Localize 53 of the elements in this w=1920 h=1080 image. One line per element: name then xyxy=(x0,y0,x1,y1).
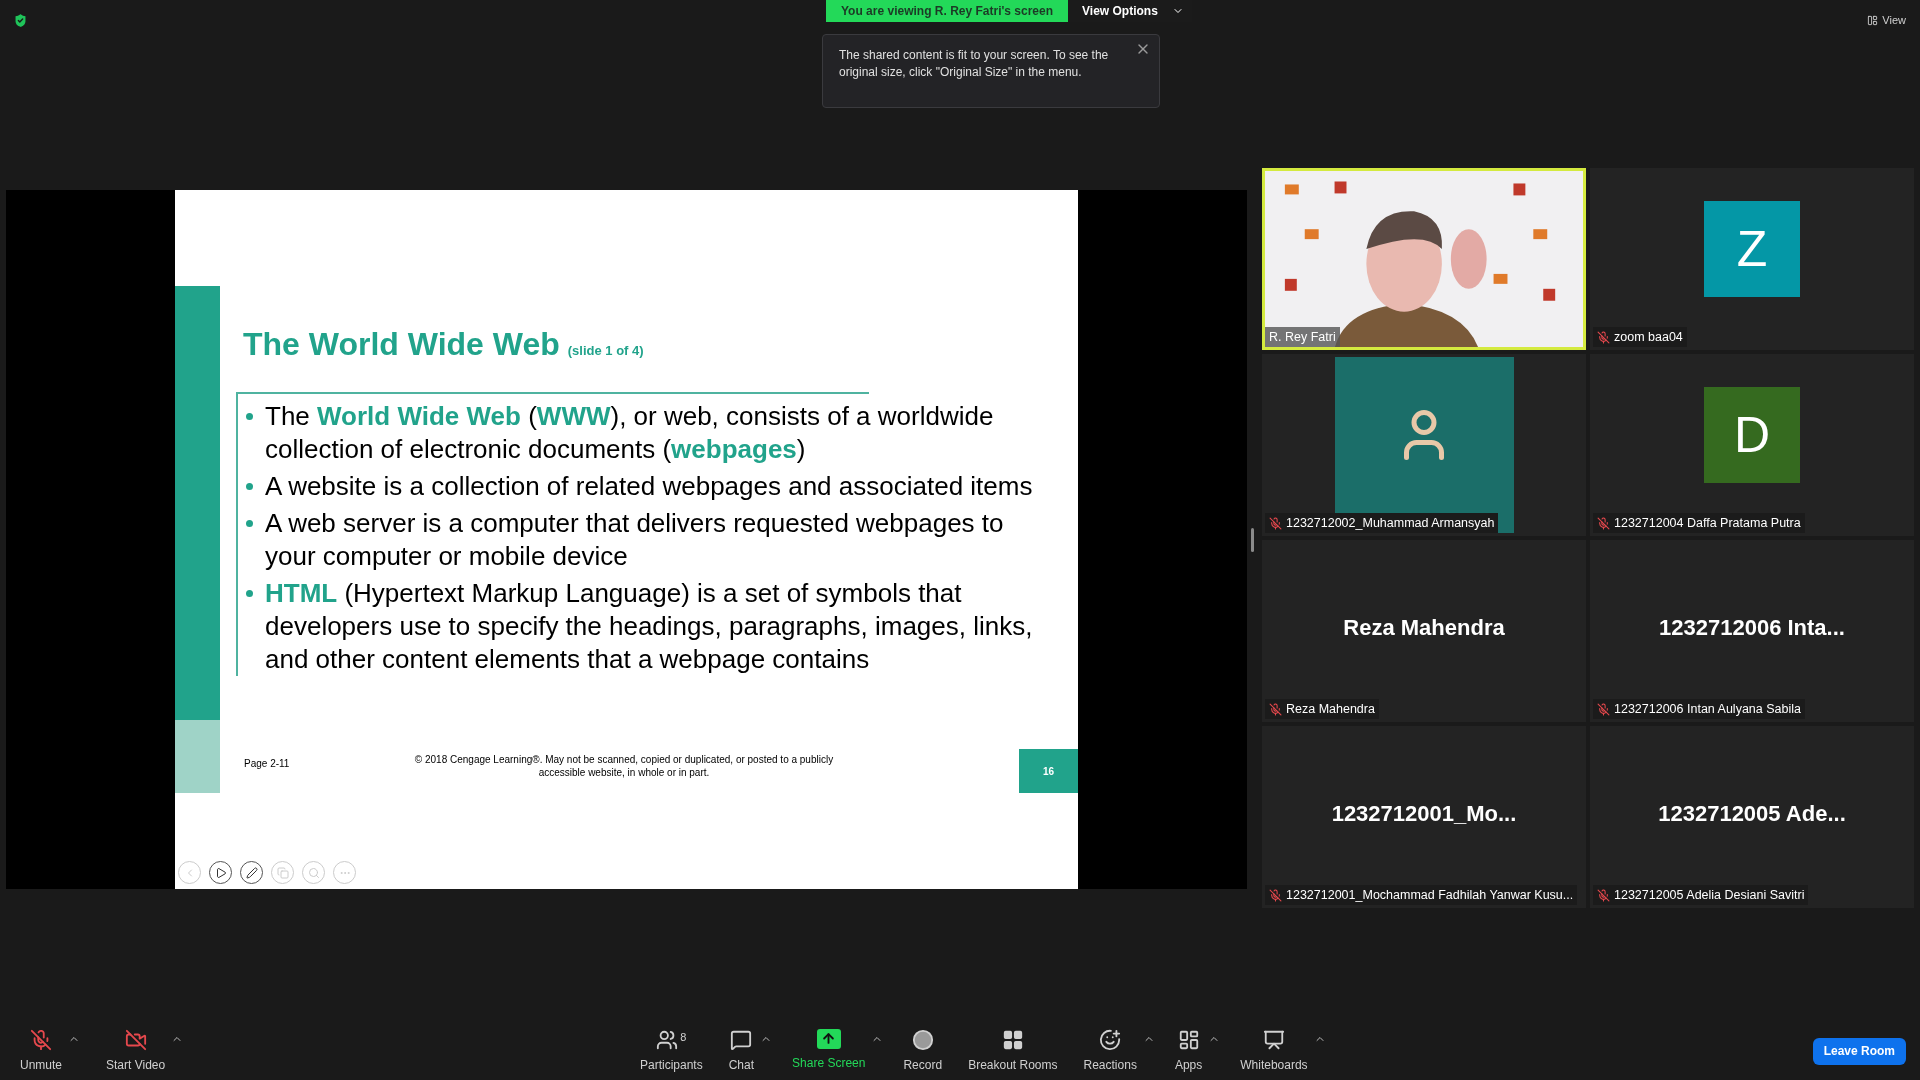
record-icon xyxy=(911,1028,934,1051)
bullet-text: A web server is a computer that delivers requested webpages to your computer or mobile device xyxy=(265,507,1005,573)
toolbar-button[interactable]: Start Video xyxy=(100,1028,172,1074)
slide-number: 16 xyxy=(1019,749,1078,793)
toolbar-button[interactable]: Record xyxy=(897,1028,949,1074)
leave-room-button[interactable]: Leave Room xyxy=(1812,1037,1906,1065)
toolbar-button[interactable]: Breakout Rooms xyxy=(962,1028,1064,1074)
people-icon xyxy=(656,1028,679,1051)
toolbar-button[interactable]: Share Screen xyxy=(786,1028,872,1072)
participant-name: 1232712002_Muhammad Armansyah xyxy=(1286,514,1495,532)
toolbar-button[interactable]: Reactions xyxy=(1077,1028,1143,1074)
smiley-icon xyxy=(1099,1028,1122,1051)
view-button[interactable]: View xyxy=(1867,12,1906,29)
slide-subtitle: (slide 1 of 4) xyxy=(567,342,644,360)
initial-avatar: Z xyxy=(1704,201,1800,297)
bullet-icon xyxy=(246,590,253,597)
bullet-text: The World Wide Web (WWW), or web, consists of a worldwide collection of electronic documents (webpages) xyxy=(265,400,995,466)
slide-title: The World Wide Web xyxy=(243,325,560,364)
initial-avatar: D xyxy=(1704,387,1800,483)
copyright-text: © 2018 Cengage Learning®. May not be scanned, copied or duplicated, or posted to a publicly accessible website, in whole or in part. xyxy=(413,753,835,779)
notice-text: The shared content is fit to your screen. To see the original size, click "Original Size" in the menu. xyxy=(839,47,1110,81)
whiteboard-icon xyxy=(1262,1028,1285,1051)
chat-icon xyxy=(730,1028,753,1051)
participant-name: Reza Mahendra xyxy=(1286,700,1375,718)
participant-display-name: Reza Mahendra xyxy=(1343,613,1505,642)
participant-name: 1232712001_Mochammad Fadhilah Yanwar Kusu... xyxy=(1286,886,1574,904)
bullet-icon xyxy=(246,413,253,420)
participant-display-name: 1232712006 Inta... xyxy=(1659,613,1845,642)
participant-count: 8 xyxy=(680,1029,687,1045)
bullet-icon xyxy=(246,483,253,490)
share-screen-icon xyxy=(816,1028,841,1049)
shield-icon[interactable] xyxy=(12,12,29,29)
participant-name: 1232712005 Adelia Desiani Savitri xyxy=(1614,886,1805,904)
layout-icon xyxy=(1867,14,1879,26)
participant-name: 1232712006 Intan Aulyana Sabila xyxy=(1614,700,1801,718)
sharing-banner: You are viewing R. Rey Fatri's screen xyxy=(826,0,1069,22)
toolbar-button[interactable]: Chat xyxy=(722,1028,761,1074)
bullet-text: A website is a collection of related webpages and associated items xyxy=(265,470,1033,503)
page-label: Page 2-11 xyxy=(244,757,291,771)
bullet-icon xyxy=(246,520,253,527)
toolbar-button[interactable]: Apps xyxy=(1168,1028,1209,1074)
splitter-handle[interactable] xyxy=(1251,528,1254,552)
toolbar-button[interactable]: Unmute xyxy=(14,1028,69,1074)
toolbar-button[interactable]: Whiteboards xyxy=(1234,1028,1314,1074)
participant-display-name: 1232712001_Mo... xyxy=(1331,799,1517,828)
participant-display-name: 1232712005 Ade... xyxy=(1658,799,1846,828)
grid-icon xyxy=(1001,1028,1024,1051)
participant-name: 1232712004 Daffa Pratama Putra xyxy=(1614,514,1801,532)
participant-name: R. Rey Fatri xyxy=(1269,328,1336,346)
toolbar-button[interactable]: 8 Participants xyxy=(634,1028,709,1074)
apps-icon xyxy=(1177,1028,1200,1051)
participant-name: zoom baa04 xyxy=(1614,328,1683,346)
bullet-text: HTML (Hypertext Markup Language) is a set of symbols that developers use to specify the headings, paragraphs, images, links, and other content elements that a webpage contains xyxy=(265,577,1034,676)
